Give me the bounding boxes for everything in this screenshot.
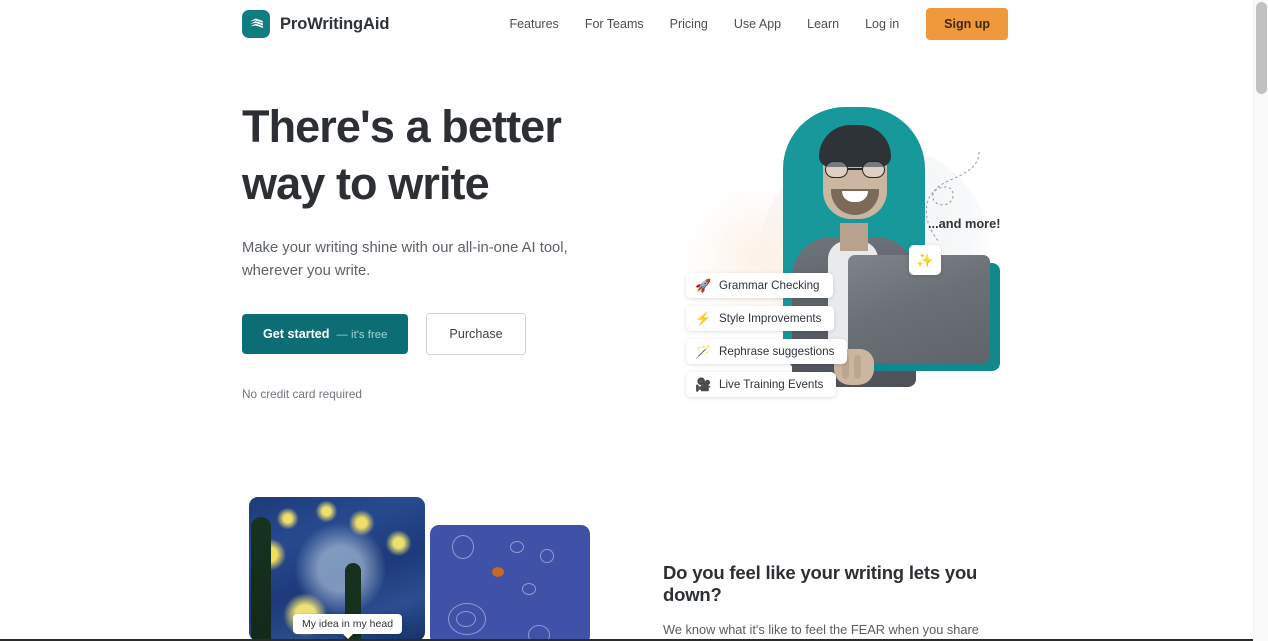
page-scrollbar-thumb[interactable] [1256, 2, 1267, 94]
page-scrollbar[interactable] [1253, 0, 1268, 641]
nav-link-features[interactable]: Features [496, 0, 571, 48]
glasses-bridge [848, 168, 862, 170]
page-title: There's a better way to write [242, 98, 642, 212]
section2-copy: Do you feel like your writing lets you d… [663, 562, 1023, 641]
feature-pill-rephrase-suggestions[interactable]: 🪄 Rephrase suggestions [686, 339, 848, 364]
brand-name: ProWritingAid [280, 14, 390, 33]
lightning-icon: ⚡ [695, 311, 712, 326]
hero-subtitle: Make your writing shine with our all-in-… [242, 240, 568, 279]
sign-up-button[interactable]: Sign up [926, 8, 1008, 40]
page-root: ProWritingAid Features For Teams Pricing… [0, 0, 1268, 641]
rocket-icon: 🚀 [695, 278, 712, 293]
feature-pill-style-improvements[interactable]: ⚡ Style Improvements [686, 306, 835, 331]
swirl-shape [452, 535, 474, 559]
site-header: ProWritingAid Features For Teams Pricing… [0, 0, 1253, 48]
hero-copy: There's a better way to write Make your … [242, 98, 642, 401]
hero-title-line2: way to write [242, 158, 490, 209]
movie-camera-icon: 🎥 [695, 377, 712, 392]
nav-link-learn[interactable]: Learn [794, 0, 852, 48]
my-idea-tooltip: My idea in my head [293, 614, 403, 639]
feature-pill-grammar-checking[interactable]: 🚀 Grammar Checking [686, 273, 833, 298]
glasses-left-lens [825, 161, 848, 178]
person-neck [840, 223, 868, 251]
glasses-icon [825, 161, 885, 178]
feature-pill-live-training-events[interactable]: 🎥 Live Training Events [686, 372, 837, 397]
no-credit-card-note: No credit card required [242, 387, 362, 401]
brand-logo[interactable]: ProWritingAid [242, 10, 389, 38]
section2-body: We know what it's like to feel the FEAR … [663, 622, 979, 637]
cypress-tree-shape [251, 517, 271, 641]
main-nav: Features For Teams Pricing Use App Learn… [496, 0, 1008, 48]
nav-link-use-app[interactable]: Use App [721, 0, 794, 48]
feature-pill-label: Rephrase suggestions [719, 345, 835, 358]
feature-pill-list: 🚀 Grammar Checking ⚡ Style Improvements … [686, 273, 848, 405]
hero-cta-group: Get started — it's free Purchase [242, 313, 642, 355]
swirl-shape [540, 549, 554, 563]
get-started-free-label: — it's free [336, 329, 388, 341]
hero-section: There's a better way to write Make your … [0, 48, 1253, 488]
section2-title: Do you feel like your writing lets you d… [663, 562, 978, 605]
glasses-right-lens [862, 161, 885, 178]
orange-dot-shape [492, 567, 504, 577]
feature-pill-label: Live Training Events [719, 378, 824, 391]
hero-illustration: ✨ ...and more! 🚀 Grammar Checking ⚡ Styl… [662, 103, 1022, 433]
nav-link-log-in[interactable]: Log in [852, 0, 912, 48]
and-more-label: ...and more! [928, 216, 1001, 231]
feature-pill-label: Grammar Checking [719, 279, 820, 292]
feature-pill-label: Style Improvements [719, 312, 822, 325]
hero-title-line1: There's a better [242, 101, 562, 152]
swirl-shape [522, 583, 536, 595]
swirl-shape [510, 541, 524, 553]
sparkles-icon: ✨ [909, 245, 941, 275]
nav-link-pricing[interactable]: Pricing [657, 0, 721, 48]
get-started-label: Get started [263, 327, 330, 341]
swirl-shape [456, 611, 476, 627]
blank-canvas-card [430, 525, 590, 641]
nav-link-for-teams[interactable]: For Teams [572, 0, 657, 48]
magic-wand-icon: 🪄 [695, 344, 712, 359]
prowritingaid-book-check-icon [242, 10, 270, 38]
writing-lets-you-down-section: Do you feel like your writing lets you d… [0, 488, 1253, 641]
get-started-button[interactable]: Get started — it's free [242, 314, 409, 354]
purchase-button[interactable]: Purchase [426, 313, 526, 355]
